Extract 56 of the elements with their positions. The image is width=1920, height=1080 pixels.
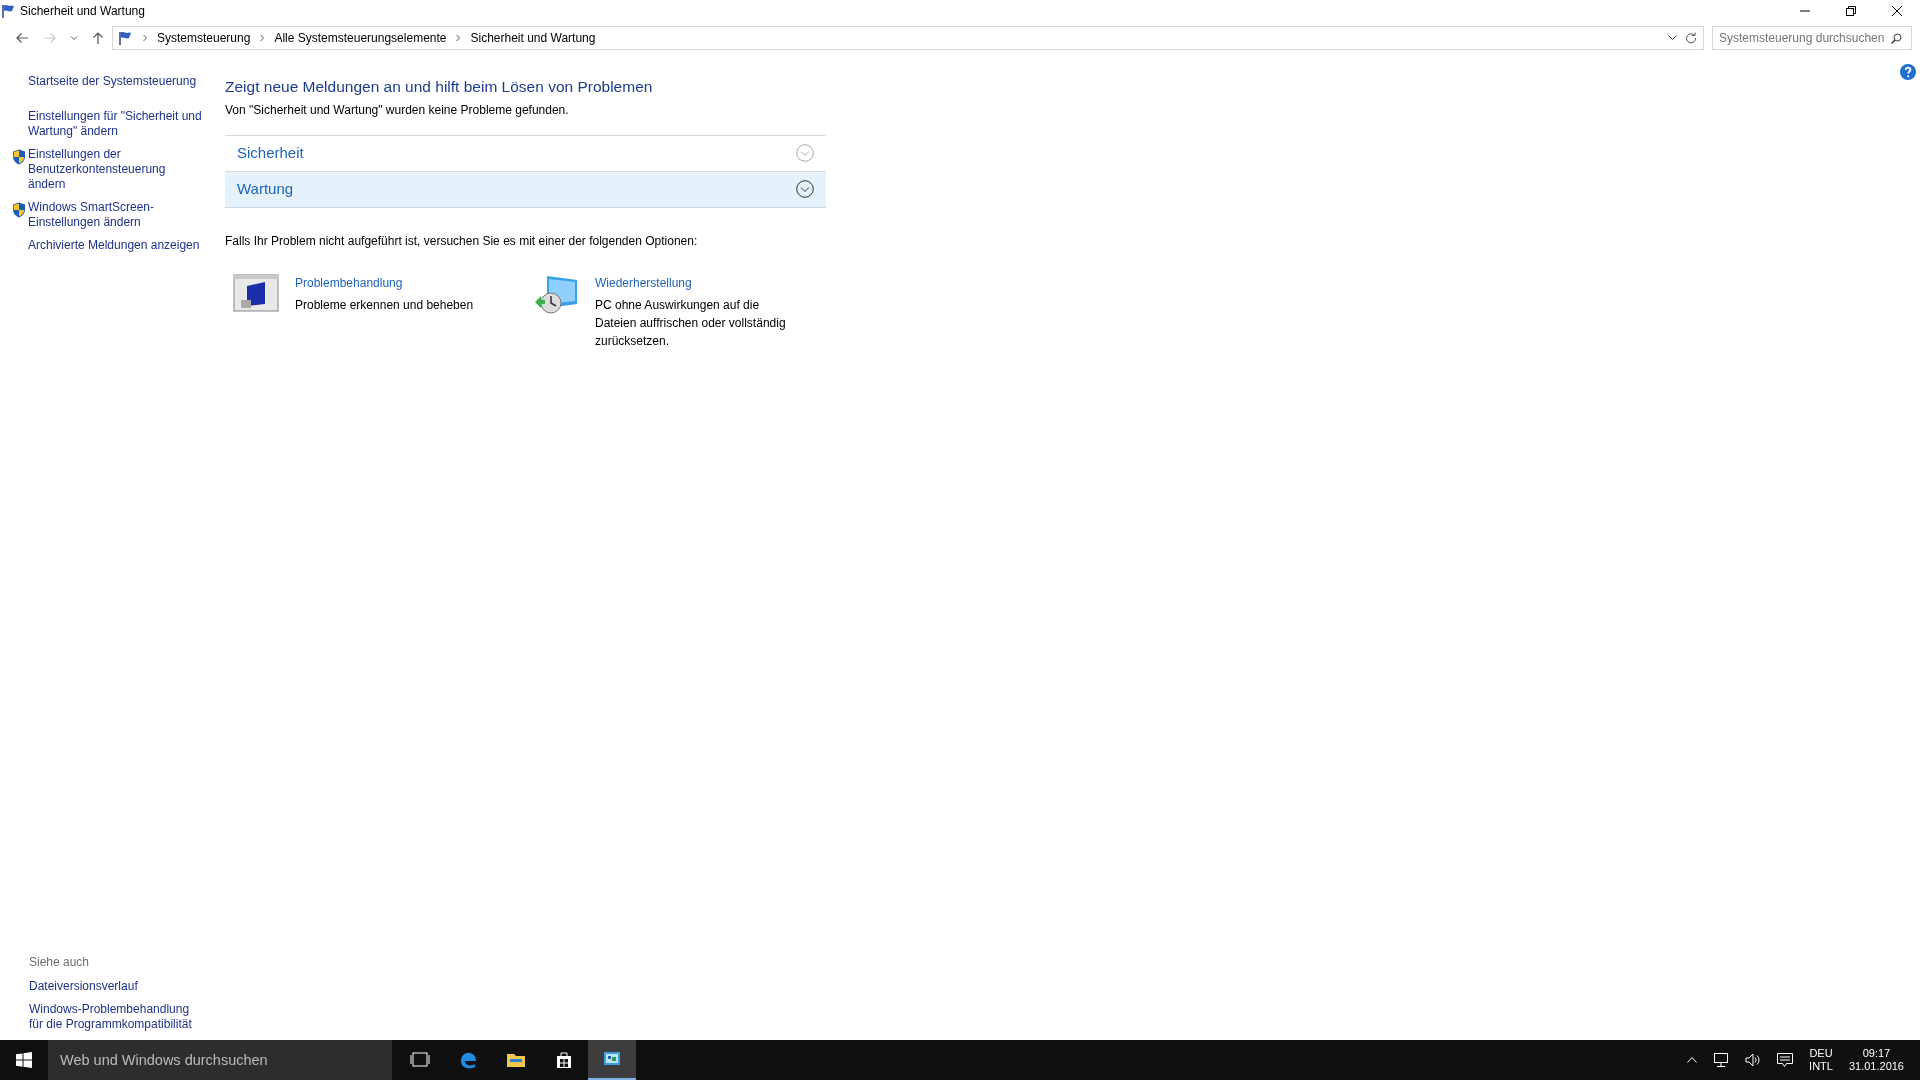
clock-time[interactable]: 09:17	[1848, 1047, 1904, 1060]
arrow-left-icon	[15, 31, 29, 45]
breadcrumb-item[interactable]: Systemsteuerung	[157, 29, 251, 47]
window-title: Sicherheit und Wartung	[20, 3, 145, 20]
option-link[interactable]: Wiederherstellung	[595, 273, 795, 292]
restore-clock-icon	[533, 273, 579, 316]
search-icon	[1891, 32, 1902, 44]
sidebar-link[interactable]: Archivierte Meldungen anzeigen	[28, 238, 200, 253]
sidebar-link[interactable]: Windows-Problembehandlung für die Programmkompatibilität	[29, 1002, 199, 1032]
shield-icon	[12, 201, 26, 218]
arrow-right-icon	[43, 31, 57, 45]
section-heading: Siehe auch	[29, 954, 91, 971]
chevron-up-icon[interactable]	[1687, 1057, 1698, 1063]
flag-icon	[2, 4, 16, 18]
chevron-icon	[454, 34, 463, 42]
address-bar[interactable]: Systemsteuerung Alle Systemsteuerungselemente Sicherheit und Wartung	[112, 26, 1704, 50]
shield-icon	[12, 148, 26, 165]
chevron-icon	[141, 34, 149, 42]
store-icon	[554, 1050, 574, 1070]
page-heading: Zeigt neue Meldungen an und hilft beim Lösen von Problemen	[225, 78, 654, 97]
windows-logo-icon	[16, 1052, 32, 1068]
message-icon[interactable]	[1777, 1052, 1794, 1068]
shield-link[interactable]: Einstellungen der Benutzerkontensteuerung ändern	[28, 147, 203, 192]
status-text: Von "Sicherheit und Wartung" wurden keine Probleme gefunden.	[225, 101, 570, 119]
breadcrumb-item[interactable]: Sicherheit und Wartung	[470, 29, 596, 47]
close-icon	[1892, 6, 1902, 16]
restore-icon	[1846, 6, 1856, 16]
refresh-icon[interactable]	[1685, 32, 1697, 44]
section-header[interactable]: Wartung	[225, 171, 826, 208]
computer-icon	[233, 273, 279, 314]
search-field[interactable]: Systemsteuerung durchsuchen	[1712, 26, 1912, 50]
expand-icon	[796, 144, 814, 163]
task-view-icon	[410, 1050, 430, 1070]
option-description: Probleme erkennen und beheben	[295, 296, 474, 314]
help-icon[interactable]	[1900, 63, 1916, 80]
option-description: PC ohne Auswirkungen auf die Dateien auffrischen oder vollständig zurücksetzen.	[595, 296, 787, 350]
language-indicator[interactable]: DEU	[1809, 1047, 1833, 1060]
taskbar-button[interactable]	[588, 1040, 636, 1080]
clock-date[interactable]: 31.01.2016	[1848, 1060, 1904, 1073]
arrow-up-icon	[91, 31, 105, 45]
breadcrumb-item[interactable]: Alle Systemsteuerungselemente	[274, 29, 447, 47]
expand-icon	[796, 180, 814, 199]
sidebar-link[interactable]: Startseite der Systemsteuerung	[28, 74, 197, 89]
chevron-icon	[258, 34, 267, 42]
option-link[interactable]: Problembehandlung	[295, 273, 474, 292]
network-icon[interactable]	[1713, 1053, 1730, 1067]
sidebar-link[interactable]: Dateiversionsverlauf	[29, 979, 199, 994]
shield-link[interactable]: Windows SmartScreen-Einstellungen ändern	[28, 200, 203, 230]
sidebar-link[interactable]: Einstellungen für "Sicherheit und Wartung" ändern	[28, 109, 203, 139]
keyboard-layout-indicator[interactable]: INTL	[1809, 1060, 1833, 1073]
taskbar-search-field[interactable]: Web und Windows durchsuchen	[48, 1040, 392, 1080]
dropdown-icon[interactable]	[1668, 35, 1677, 41]
instruction-text: Falls Ihr Problem nicht aufgeführt ist, versuchen Sie es mit einer der folgenden Optionen:	[225, 232, 699, 250]
browser-icon	[458, 1050, 478, 1070]
flag-icon	[119, 31, 133, 45]
speaker-icon[interactable]	[1745, 1053, 1762, 1067]
